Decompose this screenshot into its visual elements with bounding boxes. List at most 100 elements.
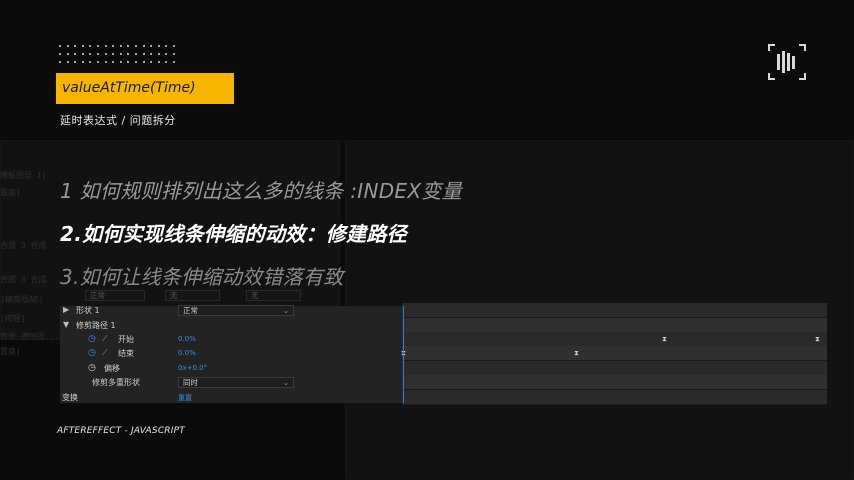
playhead-line[interactable] bbox=[403, 306, 404, 403]
ghost-text: 模板图层 1] bbox=[0, 171, 47, 180]
timeline-row-trim-path[interactable]: ▼ 修剪路径 1 bbox=[60, 318, 827, 333]
dot bbox=[157, 53, 160, 55]
dot bbox=[81, 53, 84, 55]
timeline-row-start[interactable]: ◷ ⟋ 开始 0.0% ⧗ ⧗ bbox=[60, 332, 827, 347]
bracket-bars-logo-icon bbox=[768, 44, 806, 80]
heading-step-2: 2.如何实现线条伸缩的动效：修建路径 bbox=[60, 222, 407, 246]
ghost-text: [按钮] bbox=[0, 314, 26, 323]
dot bbox=[81, 61, 84, 63]
heading-step-1: 1 如何规则排列出这么多的线条 :INDEX变量 bbox=[60, 179, 462, 203]
timeline-row-end[interactable]: ◷ ⟋ 结束 0.0% ⧗ ⧗ bbox=[60, 346, 827, 361]
ghost-text: 置换] bbox=[0, 347, 21, 356]
footer-caption: AFTEREFFECT - JAVASCRIPT bbox=[57, 426, 185, 436]
dot bbox=[112, 53, 115, 55]
title-badge-text: valueAtTime(Time) bbox=[62, 80, 196, 96]
ghost-text: 置换] bbox=[0, 188, 21, 197]
dot bbox=[74, 53, 77, 55]
keyframe-icon[interactable]: ⧗ bbox=[574, 349, 579, 358]
ghost-text: [精简版AE] bbox=[0, 295, 44, 304]
dot bbox=[59, 61, 61, 63]
stopwatch-icon[interactable]: ◷ bbox=[88, 363, 96, 373]
stopwatch-icon[interactable]: ◷ bbox=[88, 348, 96, 358]
timeline-row-shape[interactable]: ▶ 形状 1 正常 ⌄ bbox=[60, 303, 827, 318]
dot bbox=[127, 61, 130, 63]
trim-mode-dropdown[interactable]: 同时 ⌄ bbox=[178, 377, 294, 388]
dot bbox=[150, 61, 153, 63]
subtitle: 延时表达式 / 问题拆分 bbox=[60, 114, 176, 127]
dot bbox=[172, 61, 175, 63]
dot bbox=[172, 53, 175, 55]
dot bbox=[150, 53, 153, 55]
row-label: 修剪路径 1 bbox=[76, 321, 116, 330]
property-value[interactable]: 0.0% bbox=[178, 349, 196, 357]
dot bbox=[165, 61, 168, 63]
dot bbox=[96, 61, 99, 63]
property-value[interactable]: 0.0% bbox=[178, 335, 196, 343]
ghost-text: 合成 3 合成 bbox=[0, 241, 47, 250]
ghost-dropdown-value: 无 bbox=[170, 291, 178, 300]
dot bbox=[66, 45, 69, 47]
dot bbox=[172, 45, 175, 47]
dot bbox=[127, 45, 130, 47]
dot bbox=[89, 53, 92, 55]
dot bbox=[74, 45, 77, 47]
dot bbox=[96, 53, 99, 55]
dot bbox=[142, 61, 145, 63]
chevron-down-icon: ⌄ bbox=[282, 378, 289, 387]
title-badge: valueAtTime(Time) bbox=[56, 73, 234, 104]
timeline-row-transform[interactable]: 变换 重置 bbox=[60, 390, 827, 405]
dot bbox=[165, 53, 168, 55]
dot bbox=[66, 53, 69, 55]
ae-timeline-panel: ▶ 形状 1 正常 ⌄ ▼ 修剪路径 1 ◷ ⟋ 开始 0.0% ⧗ ⧗ ◷ ⟋ … bbox=[60, 303, 827, 405]
dot bbox=[150, 45, 153, 47]
timeline-row-offset[interactable]: ◷ 偏移 0x+0.0° bbox=[60, 361, 827, 376]
ghost-dropdown-value: 无 bbox=[251, 291, 259, 300]
reset-link[interactable]: 重置 bbox=[178, 393, 192, 403]
collapse-triangle-icon[interactable]: ▶ bbox=[63, 305, 69, 314]
keyframe-icon[interactable]: ⧗ bbox=[815, 335, 820, 344]
dot bbox=[157, 45, 160, 47]
property-value[interactable]: 0x+0.0° bbox=[178, 364, 207, 372]
dot bbox=[89, 45, 92, 47]
dot bbox=[104, 45, 107, 47]
row-label: 变换 bbox=[62, 393, 78, 402]
dot bbox=[134, 61, 137, 63]
stopwatch-icon[interactable]: ◷ bbox=[88, 334, 96, 344]
dot bbox=[134, 53, 137, 55]
keyframe-icon[interactable]: ⧗ bbox=[662, 335, 667, 344]
dot bbox=[81, 45, 84, 47]
chevron-down-icon: ⌄ bbox=[282, 306, 289, 315]
row-label: 形状 1 bbox=[76, 306, 100, 315]
dot bbox=[134, 45, 137, 47]
dot bbox=[104, 53, 107, 55]
row-label: 开始 bbox=[118, 335, 134, 344]
dot bbox=[104, 61, 107, 63]
dot bbox=[142, 45, 145, 47]
graph-icon[interactable]: ⟋ bbox=[102, 334, 108, 344]
timeline-row-trim-multiple[interactable]: 修剪多重形状 同时 ⌄ bbox=[60, 375, 827, 390]
ghost-text: 合成 3 合成 bbox=[0, 275, 47, 284]
dot bbox=[74, 61, 77, 63]
row-label: 修剪多重形状 bbox=[92, 378, 140, 387]
ghost-dropdown-value: 正常 bbox=[90, 291, 105, 300]
ghost-mask-dropdown: 无 bbox=[165, 290, 220, 301]
expand-triangle-icon[interactable]: ▼ bbox=[63, 320, 69, 329]
graph-icon[interactable]: ⟋ bbox=[102, 348, 108, 358]
ghost-text: 背景-德地图... bbox=[0, 332, 60, 341]
blend-mode-dropdown[interactable]: 正常 ⌄ bbox=[178, 305, 294, 316]
dot bbox=[127, 53, 130, 55]
dot bbox=[59, 45, 61, 47]
dot bbox=[59, 53, 61, 55]
dot bbox=[157, 61, 160, 63]
dropdown-value: 正常 bbox=[183, 306, 198, 315]
dot bbox=[112, 61, 115, 63]
ghost-blend-dropdown: 正常 bbox=[85, 290, 145, 301]
dot-grid-decoration bbox=[59, 45, 181, 63]
dot bbox=[119, 53, 122, 55]
dot bbox=[119, 61, 122, 63]
dot bbox=[119, 45, 122, 47]
dot bbox=[89, 61, 92, 63]
row-label: 偏移 bbox=[104, 364, 120, 373]
dropdown-value: 同时 bbox=[183, 378, 198, 387]
dot bbox=[66, 61, 69, 63]
